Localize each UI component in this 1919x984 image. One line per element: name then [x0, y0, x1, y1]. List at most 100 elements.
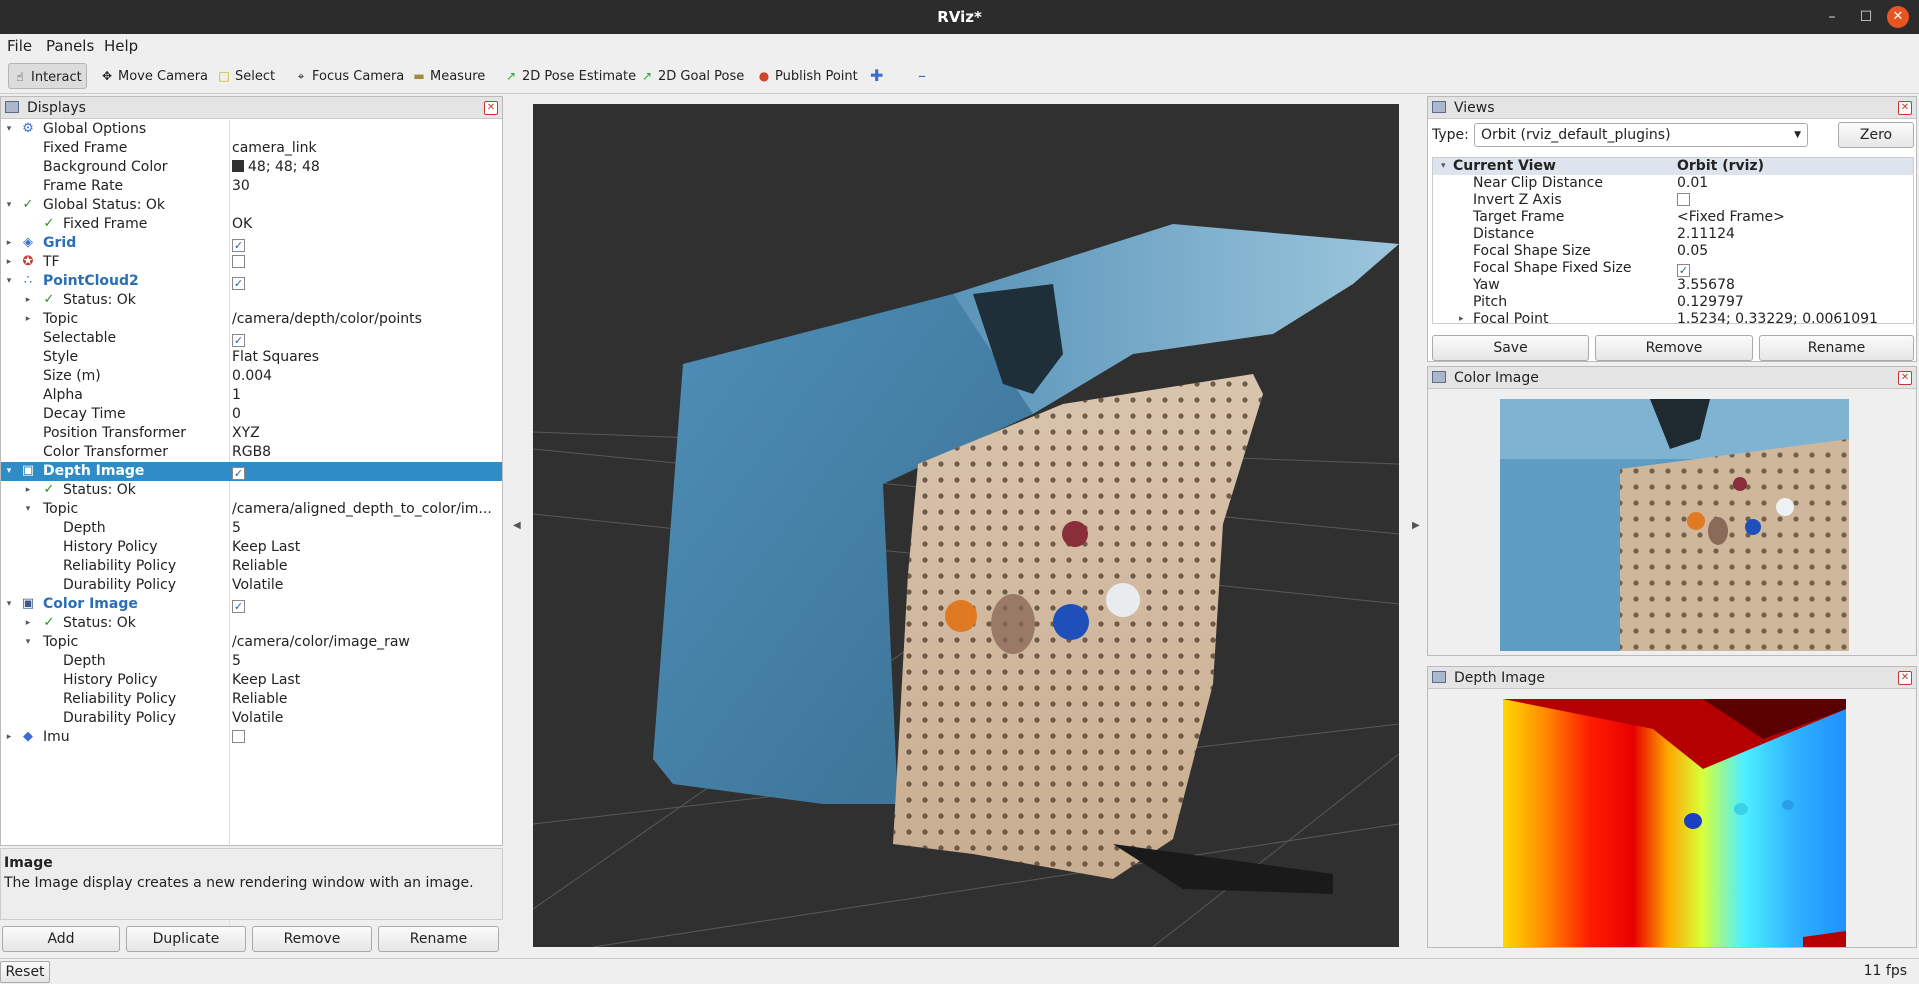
collapse-arrow-icon[interactable]: ▸ [3, 728, 15, 747]
checkbox-checked[interactable]: ✓ [232, 239, 245, 252]
row-value[interactable]: 5 [232, 652, 500, 671]
3d-viewport[interactable] [533, 104, 1399, 947]
tree-row-reliability-policy[interactable]: Reliability Policy Reliable [1, 690, 502, 709]
tree-row-depth-image[interactable]: ▾ ▣ Depth Image ✓ [1, 462, 502, 481]
row-value[interactable]: 0.004 [232, 367, 500, 386]
current-view-row[interactable]: ▾ Current View Orbit (rviz) [1433, 158, 1913, 175]
row-value[interactable]: 30 [232, 177, 500, 196]
close-panel-icon[interactable]: ✕ [484, 101, 498, 115]
expand-arrow-icon[interactable]: ▾ [3, 462, 15, 481]
row-value[interactable]: XYZ [232, 424, 500, 443]
pitch-row[interactable]: Pitch 0.129797 [1433, 294, 1913, 311]
reset-button[interactable]: Reset [0, 961, 50, 983]
row-value[interactable]: 1.5234; 0.33229; 0.0061091 [1677, 311, 1878, 328]
tree-row-global-options[interactable]: ▾ ⚙ Global Options [1, 120, 502, 139]
remove-display-button[interactable]: Remove [252, 926, 372, 952]
row-value[interactable]: /camera/color/image_raw [232, 633, 500, 652]
row-value[interactable]: 5 [232, 519, 500, 538]
tree-row-color-image[interactable]: ▾ ▣ Color Image ✓ [1, 595, 502, 614]
row-value[interactable]: /camera/depth/color/points [232, 310, 500, 329]
focal-point-row[interactable]: ▸ Focal Point 1.5234; 0.33229; 0.0061091 [1433, 311, 1913, 328]
row-value[interactable]: 0 [232, 405, 500, 424]
tree-row-pointcloud2[interactable]: ▾ ∴ PointCloud2 ✓ [1, 272, 502, 291]
collapse-right-icon[interactable]: ▶ [1412, 520, 1420, 531]
tree-row-status[interactable]: ▸ ✓ Status: Ok [1, 291, 502, 310]
checkbox-checked[interactable]: ✓ [232, 467, 245, 480]
row-value[interactable]: /camera/aligned_depth_to_color/im... [232, 500, 500, 519]
close-panel-icon[interactable]: ✕ [1898, 671, 1912, 685]
view-type-select[interactable]: Orbit (rviz_default_plugins) ▼ [1474, 123, 1808, 147]
row-value[interactable]: RGB8 [232, 443, 500, 462]
tree-row-alpha[interactable]: Alpha 1 [1, 386, 502, 405]
menu-help[interactable]: Help [104, 37, 138, 55]
checkbox-checked[interactable]: ✓ [232, 277, 245, 290]
tree-row-decay-time[interactable]: Decay Time 0 [1, 405, 502, 424]
tree-row-background-color[interactable]: Background Color 48; 48; 48 [1, 158, 502, 177]
maximize-icon[interactable]: ☐ [1855, 6, 1877, 28]
near-clip-row[interactable]: Near Clip Distance 0.01 [1433, 175, 1913, 192]
target-frame-row[interactable]: Target Frame <Fixed Frame> [1433, 209, 1913, 226]
close-panel-icon[interactable]: ✕ [1898, 371, 1912, 385]
row-value[interactable]: Reliable [232, 690, 500, 709]
close-icon[interactable]: ✕ [1887, 6, 1909, 28]
expand-arrow-icon[interactable]: ▾ [22, 500, 34, 519]
menu-file[interactable]: File [7, 37, 32, 55]
row-value[interactable]: 1 [232, 386, 500, 405]
row-value[interactable]: 0.05 [1677, 243, 1708, 260]
checkbox-unchecked[interactable] [232, 730, 245, 743]
tf-checkbox[interactable] [232, 253, 500, 272]
save-view-button[interactable]: Save [1432, 335, 1589, 361]
collapse-arrow-icon[interactable]: ▸ [3, 234, 15, 253]
collapse-arrow-icon[interactable]: ▸ [22, 481, 34, 500]
row-value[interactable]: 3.55678 [1677, 277, 1735, 294]
goal-pose-tool[interactable]: ↗ 2D Goal Pose [636, 63, 748, 89]
focal-shape-fixed-row[interactable]: Focal Shape Fixed Size ✓ [1433, 260, 1913, 277]
invert-z-checkbox[interactable] [1677, 192, 1690, 209]
imu-checkbox[interactable] [232, 728, 500, 747]
expand-arrow-icon[interactable]: ▾ [22, 633, 34, 652]
interact-tool[interactable]: ☝ Interact [8, 63, 87, 89]
menu-panels[interactable]: Panels [46, 37, 94, 55]
close-panel-icon[interactable]: ✕ [1898, 101, 1912, 115]
focal-fixed-checkbox[interactable]: ✓ [1677, 260, 1690, 277]
yaw-row[interactable]: Yaw 3.55678 [1433, 277, 1913, 294]
rename-display-button[interactable]: Rename [378, 926, 499, 952]
row-value[interactable]: 2.11124 [1677, 226, 1735, 243]
zero-button[interactable]: Zero [1838, 122, 1914, 148]
expand-arrow-icon[interactable]: ▾ [3, 196, 15, 215]
checkbox-checked[interactable]: ✓ [1677, 264, 1690, 277]
tree-row-fixed-frame[interactable]: Fixed Frame camera_link [1, 139, 502, 158]
tree-row-durability-policy[interactable]: Durability Policy Volatile [1, 576, 502, 595]
measure-tool[interactable]: ▬ Measure [408, 63, 489, 89]
distance-row[interactable]: Distance 2.11124 [1433, 226, 1913, 243]
tree-row-status[interactable]: ▸ ✓ Status: Ok [1, 614, 502, 633]
expand-arrow-icon[interactable]: ▾ [3, 272, 15, 291]
move-camera-tool[interactable]: ✥ Move Camera [96, 63, 212, 89]
tree-row-depth[interactable]: Depth 5 [1, 519, 502, 538]
tree-row-durability-policy[interactable]: Durability Policy Volatile [1, 709, 502, 728]
tree-row-global-status[interactable]: ▾ ✓ Global Status: Ok [1, 196, 502, 215]
duplicate-button[interactable]: Duplicate [126, 926, 246, 952]
expand-arrow-icon[interactable]: ▾ [1441, 158, 1446, 175]
collapse-arrow-icon[interactable]: ▸ [22, 310, 34, 329]
expand-arrow-icon[interactable]: ▾ [3, 595, 15, 614]
tree-row-grid[interactable]: ▸ ◈ Grid ✓ [1, 234, 502, 253]
focal-shape-size-row[interactable]: Focal Shape Size 0.05 [1433, 243, 1913, 260]
collapse-arrow-icon[interactable]: ▸ [3, 253, 15, 272]
collapse-arrow-icon[interactable]: ▸ [22, 291, 34, 310]
row-value[interactable]: Reliable [232, 557, 500, 576]
row-value[interactable]: camera_link [232, 139, 500, 158]
collapse-arrow-icon[interactable]: ▸ [1459, 311, 1464, 328]
publish-point-tool[interactable]: ● Publish Point [753, 63, 862, 89]
pose-estimate-tool[interactable]: ↗ 2D Pose Estimate [500, 63, 640, 89]
row-value[interactable]: 0.129797 [1677, 294, 1744, 311]
row-value[interactable]: Keep Last [232, 671, 500, 690]
tree-row-style[interactable]: Style Flat Squares [1, 348, 502, 367]
tree-row-tf[interactable]: ▸ ✪ TF [1, 253, 502, 272]
tree-row-depth[interactable]: Depth 5 [1, 652, 502, 671]
add-button[interactable]: Add [2, 926, 120, 952]
select-tool[interactable]: □ Select [213, 63, 279, 89]
tree-row-history-policy[interactable]: History Policy Keep Last [1, 538, 502, 557]
checkbox-checked[interactable]: ✓ [232, 334, 245, 347]
focus-camera-tool[interactable]: ⌖ Focus Camera [290, 63, 408, 89]
